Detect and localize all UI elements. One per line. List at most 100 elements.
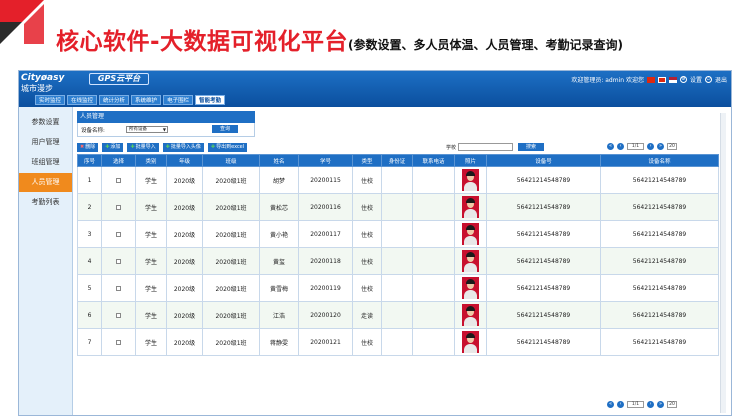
- cell-device-name: 56421214548789: [600, 274, 719, 302]
- cell-category: 学生: [135, 328, 167, 356]
- logout-link[interactable]: 退出: [715, 75, 727, 84]
- cell-category: 学生: [135, 220, 167, 248]
- cell-device-name: 56421214548789: [600, 193, 719, 221]
- next-page-icon[interactable]: ›: [647, 401, 654, 408]
- col-header-grade: 年级: [166, 154, 203, 167]
- table-row[interactable]: 1 学生 2020级 2020级1班 胡梦 20200115 住校 5642121454878…: [77, 166, 719, 194]
- cell-phone: [412, 193, 455, 221]
- add-label: 添加: [110, 144, 121, 150]
- table-row[interactable]: 3 学生 2020级 2020级1班 黄小艳 20200117 住校 564212145487…: [77, 220, 719, 248]
- page-indicator[interactable]: 1/1: [627, 401, 644, 408]
- row-checkbox[interactable]: [116, 177, 121, 183]
- cell-category: 学生: [135, 301, 167, 329]
- student-photo[interactable]: [462, 169, 479, 191]
- table-row[interactable]: 6 学生 2020级 2020级1班 江浩 20200120 走读 5642121454878…: [77, 301, 719, 329]
- student-photo[interactable]: [462, 250, 479, 272]
- sidebar-item-attendance[interactable]: 考勤列表: [19, 193, 72, 212]
- photo-hair-shape: [466, 198, 475, 203]
- logout-icon[interactable]: ⏻: [704, 76, 712, 83]
- device-select[interactable]: 所有设备 ▼: [126, 126, 168, 133]
- cell-class: 2020级1班: [202, 328, 260, 356]
- sidebar-item-groups[interactable]: 班组管理: [19, 153, 72, 172]
- table-row[interactable]: 5 学生 2020级 2020级1班 黄雪梅 20200119 住校 564212145487…: [77, 274, 719, 302]
- cell-class: 2020级1班: [202, 301, 260, 329]
- menu-item-realtime[interactable]: 实时监控: [35, 95, 66, 105]
- col-header-student-id: 学号: [298, 154, 353, 167]
- settings-link[interactable]: 设置: [690, 75, 702, 84]
- cell-phone: [412, 328, 455, 356]
- cell-grade: 2020级: [166, 247, 203, 275]
- cell-photo: [454, 328, 487, 356]
- sidebar-item-users[interactable]: 用户管理: [19, 133, 72, 152]
- batch-import-button[interactable]: ✚批量导入: [127, 143, 159, 152]
- cell-index: 2: [77, 193, 102, 221]
- student-photo[interactable]: [462, 223, 479, 245]
- row-checkbox[interactable]: [116, 258, 121, 264]
- first-page-icon[interactable]: «: [607, 143, 614, 150]
- export-excel-button[interactable]: ✚导出到excel: [207, 143, 248, 152]
- brand-name-cn: 城市漫步: [21, 84, 53, 93]
- flag-hk-icon[interactable]: [657, 76, 666, 83]
- batch-import-photo-button[interactable]: ✚批量导入头像: [162, 143, 204, 152]
- cell-phone: [412, 220, 455, 248]
- flag-cn-icon[interactable]: [646, 76, 655, 83]
- search-button-label: 搜索: [526, 144, 537, 150]
- row-checkbox[interactable]: [116, 312, 121, 318]
- cell-grade: 2020级: [166, 274, 203, 302]
- cell-grade: 2020级: [166, 328, 203, 356]
- table-row[interactable]: 2 学生 2020级 2020级1班 黄松芯 20200116 住校 564212145487…: [77, 193, 719, 221]
- next-page-icon[interactable]: ›: [647, 143, 654, 150]
- col-header-name: 姓名: [259, 154, 299, 167]
- search-input[interactable]: [458, 143, 514, 151]
- main-content: 人员管理 设备名称: 所有设备 ▼ 查询 ✖删除 ✚添加 ✚批量导入 ✚批量导入…: [77, 111, 727, 415]
- col-header-select[interactable]: 选择: [101, 154, 136, 167]
- student-photo[interactable]: [462, 277, 479, 299]
- student-photo[interactable]: [462, 331, 479, 353]
- toolbar: ✖删除 ✚添加 ✚批量导入 ✚批量导入头像 ✚导出到excel: [77, 143, 248, 152]
- cell-index: 3: [77, 220, 102, 248]
- personnel-table: 序号 选择 类别 年级 班级 姓名 学号 类型 身份证 联系电话 照片 设备号 …: [77, 154, 719, 356]
- delete-button[interactable]: ✖删除: [77, 143, 99, 152]
- flag-us-icon[interactable]: [668, 76, 677, 83]
- last-page-icon[interactable]: »: [657, 143, 664, 150]
- row-checkbox[interactable]: [116, 204, 121, 210]
- row-checkbox[interactable]: [116, 231, 121, 237]
- row-checkbox[interactable]: [116, 339, 121, 345]
- prev-page-icon[interactable]: ‹: [617, 401, 624, 408]
- prev-page-icon[interactable]: ‹: [617, 143, 624, 150]
- page-size-input[interactable]: 20: [667, 401, 677, 408]
- student-photo[interactable]: [462, 304, 479, 326]
- query-button[interactable]: 查询: [212, 125, 238, 133]
- filter-panel: 设备名称: 所有设备 ▼ 查询: [77, 123, 255, 137]
- table-row[interactable]: 4 学生 2020级 2020级1班 黄玺 20200118 住校 5642121454878…: [77, 247, 719, 275]
- menu-item-stats[interactable]: 统计分析: [99, 95, 130, 105]
- page-indicator[interactable]: 1/1: [627, 143, 644, 150]
- vertical-scrollbar[interactable]: [720, 113, 726, 413]
- cell-id-card: [381, 220, 413, 248]
- sidebar-item-params[interactable]: 参数设置: [19, 113, 72, 132]
- menu-item-maintenance[interactable]: 系统维护: [131, 95, 162, 105]
- settings-icon[interactable]: ⚙: [679, 76, 687, 83]
- cell-name: 黄松芯: [259, 193, 299, 221]
- cell-id-card: [381, 274, 413, 302]
- cell-index: 4: [77, 247, 102, 275]
- photo-hair-shape: [466, 171, 475, 176]
- table-row[interactable]: 7 学生 2020级 2020级1班 蒋静雯 20200121 住校 564212145487…: [77, 328, 719, 356]
- cell-grade: 2020级: [166, 220, 203, 248]
- row-checkbox[interactable]: [116, 285, 121, 291]
- menu-item-fence[interactable]: 电子围栏: [163, 95, 194, 105]
- student-photo[interactable]: [462, 196, 479, 218]
- last-page-icon[interactable]: »: [657, 401, 664, 408]
- cell-student-id: 20200121: [298, 328, 353, 356]
- cell-select: [101, 247, 136, 275]
- page-size-input[interactable]: 20: [667, 143, 677, 150]
- menu-item-attendance[interactable]: 智能考勤: [195, 95, 226, 105]
- search-button[interactable]: 搜索: [518, 143, 545, 151]
- table-header-row: 序号 选择 类别 年级 班级 姓名 学号 类型 身份证 联系电话 照片 设备号 …: [77, 154, 719, 167]
- sidebar-item-personnel[interactable]: 人员管理: [19, 173, 72, 192]
- add-button[interactable]: ✚添加: [102, 143, 124, 152]
- menu-item-online[interactable]: 在线监控: [67, 95, 98, 105]
- query-label: 查询: [219, 126, 230, 132]
- first-page-icon[interactable]: «: [607, 401, 614, 408]
- batch-import-photo-label: 批量导入头像: [170, 144, 201, 150]
